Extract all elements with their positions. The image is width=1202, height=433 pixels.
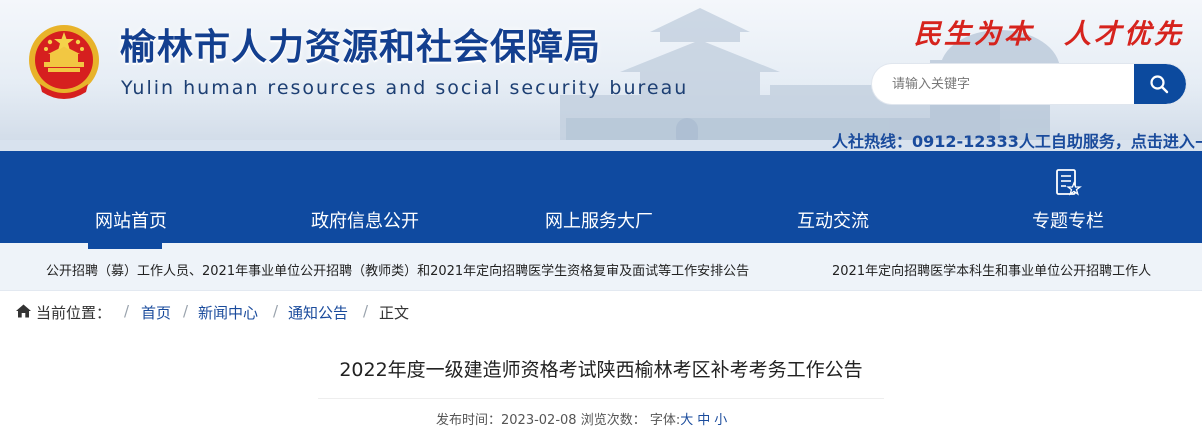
breadcrumb-separator: / bbox=[363, 302, 369, 320]
breadcrumb-separator: / bbox=[124, 302, 130, 320]
breadcrumb-separator: / bbox=[183, 302, 189, 320]
nav-item-home[interactable]: 网站首页 bbox=[95, 207, 167, 233]
search-input[interactable] bbox=[872, 64, 1134, 104]
search-button[interactable] bbox=[1134, 64, 1186, 104]
document-star-icon bbox=[1056, 169, 1082, 196]
hotline-link[interactable]: 人社热线：0912-12333人工自助服务，点击进入→ bbox=[832, 128, 1202, 151]
ticker-item[interactable]: 公开招聘（募）工作人员、2021年事业单位公开招聘（教师类）和2021年定向招聘… bbox=[46, 260, 749, 279]
title-divider bbox=[318, 398, 884, 399]
home-icon bbox=[16, 304, 31, 318]
font-size-large[interactable]: 大 bbox=[680, 413, 693, 428]
font-size-small[interactable]: 小 bbox=[714, 413, 727, 428]
article-meta: 发布时间：2023-02-08 浏览次数： 字体:大中小 bbox=[436, 409, 727, 428]
published-date: 2023-02-08 bbox=[501, 413, 577, 428]
national-emblem-icon bbox=[29, 25, 99, 99]
nav-item-gov-info[interactable]: 政府信息公开 bbox=[311, 207, 419, 233]
breadcrumb-news-center[interactable]: 新闻中心 bbox=[198, 302, 258, 323]
font-size-label: 字体: bbox=[649, 413, 681, 428]
site-header: 榆林市人力资源和社会保障局 Yulin human resources and … bbox=[0, 0, 1202, 151]
site-subtitle: Yulin human resources and social securit… bbox=[121, 77, 689, 99]
nav-item-special-topics[interactable]: 专题专栏 bbox=[1032, 207, 1104, 233]
breadcrumb-notices[interactable]: 通知公告 bbox=[288, 302, 348, 323]
search-icon bbox=[1150, 75, 1169, 94]
article-title: 2022年度一级建造师资格考试陕西榆林考区补考考务工作公告 bbox=[339, 359, 863, 381]
published-label: 发布时间： bbox=[436, 413, 502, 428]
ticker-item[interactable]: 2021年定向招聘医学本科生和事业单位公开招聘工作人 bbox=[832, 260, 1151, 279]
nav-item-online-service[interactable]: 网上服务大厂 bbox=[545, 207, 653, 233]
views-label: 浏览次数： bbox=[580, 413, 646, 428]
slogan: 民生为本 人才优先 bbox=[914, 19, 1184, 50]
ticker-accent-bar bbox=[88, 243, 162, 249]
breadcrumb-label: 当前位置： bbox=[36, 304, 112, 322]
nav-item-interaction[interactable]: 互动交流 bbox=[797, 207, 869, 233]
breadcrumb: 当前位置： / 首页 / 新闻中心 / 通知公告 / 正文 bbox=[0, 291, 1202, 335]
main-nav: 网站首页 政府信息公开 网上服务大厂 互动交流 专题专栏 bbox=[0, 151, 1202, 243]
news-ticker: 公开招聘（募）工作人员、2021年事业单位公开招聘（教师类）和2021年定向招聘… bbox=[0, 243, 1202, 291]
font-size-medium[interactable]: 中 bbox=[697, 413, 710, 428]
search-box bbox=[872, 64, 1186, 104]
site-title: 榆林市人力资源和社会保障局 bbox=[120, 27, 602, 68]
breadcrumb-current: 正文 bbox=[379, 304, 410, 322]
breadcrumb-separator: / bbox=[273, 302, 279, 320]
breadcrumb-home[interactable]: 首页 bbox=[141, 302, 171, 323]
